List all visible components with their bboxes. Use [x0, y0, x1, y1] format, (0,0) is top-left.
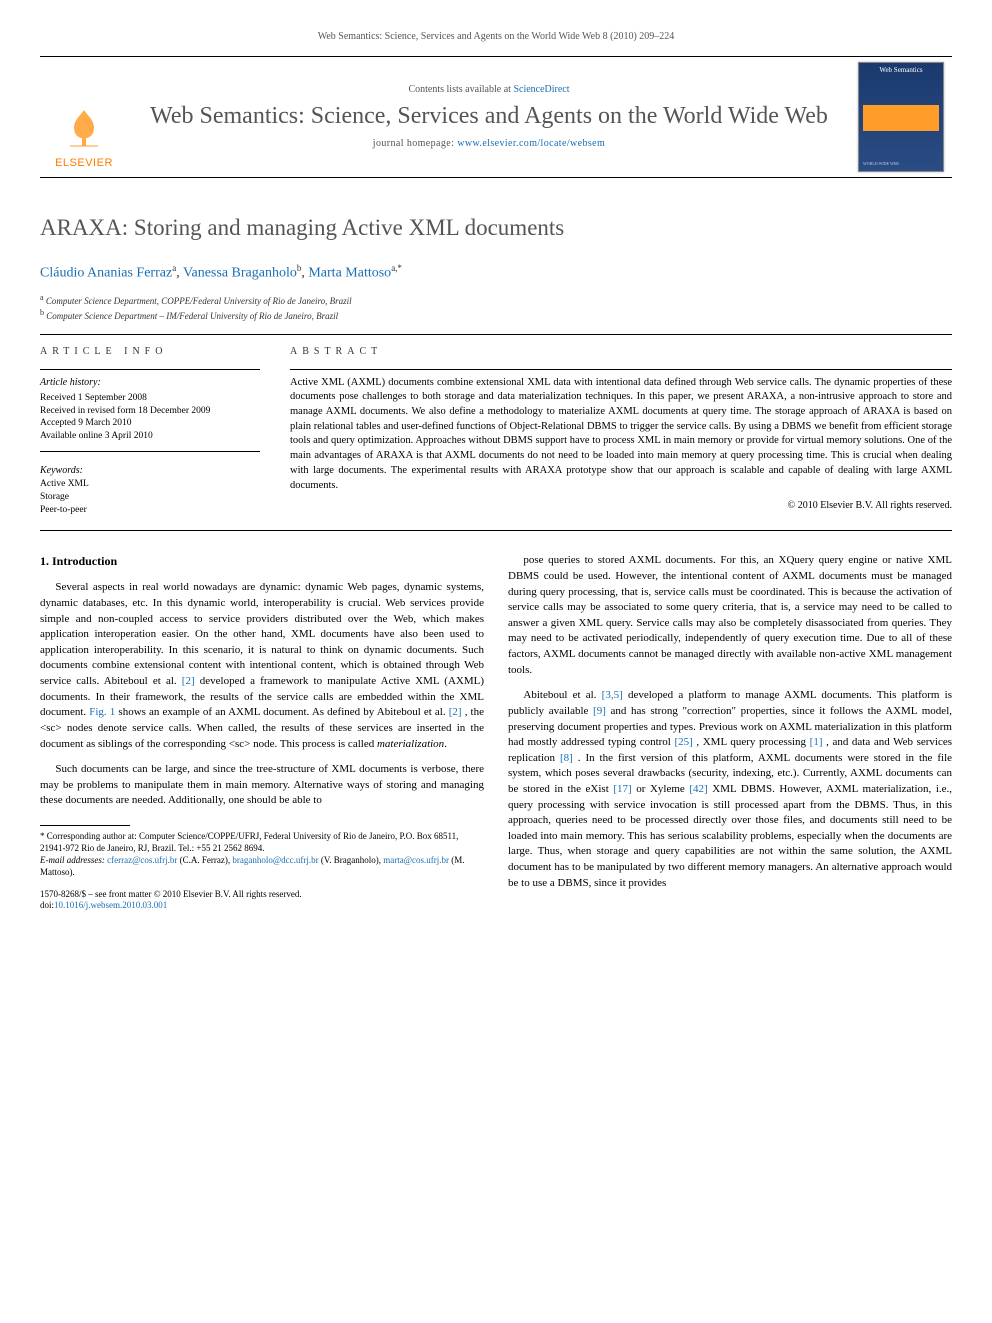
- divider: [40, 530, 952, 531]
- figure-link[interactable]: Fig. 1: [89, 706, 115, 718]
- body-text: .: [444, 738, 447, 750]
- issn-copyright-line: 1570-8268/$ – see front matter © 2010 El…: [40, 889, 484, 901]
- contents-prefix: Contents lists available at: [408, 84, 513, 95]
- journal-name: Web Semantics: Science, Services and Age…: [136, 103, 842, 131]
- email-attribution: (C.A. Ferraz),: [177, 855, 232, 865]
- citation-link[interactable]: [2]: [449, 706, 462, 718]
- sciencedirect-link[interactable]: ScienceDirect: [513, 84, 569, 95]
- homepage-prefix: journal homepage:: [373, 138, 457, 149]
- email-link-braganholo[interactable]: braganholo@dcc.ufrj.br: [232, 855, 318, 865]
- keyword-item: Storage: [40, 491, 260, 504]
- body-text: shows an example of an AXML document. As…: [118, 706, 448, 718]
- corresponding-author-note: * Corresponding author at: Computer Scie…: [40, 830, 484, 854]
- citation-link[interactable]: [9]: [593, 705, 606, 717]
- emph-materialization: materialization: [377, 738, 444, 750]
- citation-link[interactable]: [17]: [613, 783, 631, 795]
- footnote-rule: [40, 825, 130, 826]
- elsevier-tree-icon: [60, 104, 108, 152]
- journal-homepage-line: journal homepage: www.elsevier.com/locat…: [136, 137, 842, 151]
- affiliation-a: Computer Science Department, COPPE/Feder…: [46, 296, 352, 306]
- history-revised: Received in revised form 18 December 200…: [40, 405, 260, 418]
- author-link-mattoso[interactable]: Marta Mattoso: [308, 266, 391, 281]
- footnotes-block: * Corresponding author at: Computer Scie…: [40, 830, 484, 879]
- author-link-ferraz[interactable]: Cláudio Ananias Ferraz: [40, 266, 172, 281]
- author-link-braganholo[interactable]: Vanessa Braganholo: [183, 266, 297, 281]
- meta-abstract-row: ARTICLE INFO Article history: Received 1…: [40, 345, 952, 517]
- citation-link[interactable]: [2]: [182, 675, 195, 687]
- abstract-text: Active XML (AXML) documents combine exte…: [290, 376, 952, 494]
- history-received: Received 1 September 2008: [40, 392, 260, 405]
- copyright-line: © 2010 Elsevier B.V. All rights reserved…: [290, 499, 952, 513]
- citation-link[interactable]: [42]: [689, 783, 707, 795]
- body-text: Several aspects in real world nowadays a…: [40, 581, 484, 687]
- author-aff-mark: a,*: [391, 263, 402, 273]
- keyword-item: Active XML: [40, 478, 260, 491]
- abstract-head: ABSTRACT: [290, 345, 952, 359]
- journal-banner-center: Contents lists available at ScienceDirec…: [128, 57, 850, 177]
- body-paragraph: Such documents can be large, and since t…: [40, 762, 484, 809]
- affiliation-b: Computer Science Department – IM/Federal…: [46, 311, 338, 321]
- affiliations: a Computer Science Department, COPPE/Fed…: [40, 293, 952, 321]
- keywords-head: Keywords:: [40, 464, 260, 478]
- keyword-item: Peer-to-peer: [40, 504, 260, 517]
- front-matter-meta: 1570-8268/$ – see front matter © 2010 El…: [40, 889, 484, 912]
- divider: [40, 334, 952, 335]
- author-aff-mark: a: [172, 263, 176, 273]
- publisher-logo: ELSEVIER: [40, 57, 128, 177]
- article-info-head: ARTICLE INFO: [40, 345, 260, 359]
- body-paragraph: Abiteboul et al. [3,5] developed a platf…: [508, 688, 952, 891]
- email-attribution: (V. Braganholo),: [319, 855, 384, 865]
- divider: [40, 369, 260, 370]
- abstract-column: ABSTRACT Active XML (AXML) documents com…: [290, 345, 952, 517]
- author-aff-mark: b: [297, 263, 302, 273]
- divider: [40, 451, 260, 452]
- doi-link[interactable]: 10.1016/j.websem.2010.03.001: [54, 900, 167, 910]
- section-heading-intro: 1. Introduction: [40, 553, 484, 570]
- author-list: Cláudio Ananias Ferraza, Vanessa Braganh…: [40, 262, 952, 283]
- journal-cover-thumb: Web Semantics WORLD WIDE WEB: [850, 57, 952, 177]
- journal-homepage-link[interactable]: www.elsevier.com/locate/websem: [457, 138, 605, 149]
- body-paragraph: pose queries to stored AXML documents. F…: [508, 553, 952, 678]
- publisher-name: ELSEVIER: [55, 156, 113, 171]
- divider: [290, 369, 952, 370]
- citation-link[interactable]: [3,5]: [602, 689, 623, 701]
- cover-strip: [863, 105, 939, 131]
- article-info-column: ARTICLE INFO Article history: Received 1…: [40, 345, 260, 517]
- running-head: Web Semantics: Science, Services and Age…: [40, 30, 952, 44]
- cover-title: Web Semantics: [863, 67, 939, 75]
- email-label: E-mail addresses:: [40, 855, 105, 865]
- history-online: Available online 3 April 2010: [40, 430, 260, 443]
- citation-link[interactable]: [1]: [810, 736, 823, 748]
- history-head: Article history:: [40, 376, 260, 390]
- cover-sub: WORLD WIDE WEB: [863, 161, 939, 167]
- article-title: ARAXA: Storing and managing Active XML d…: [40, 212, 952, 244]
- body-text: XML DBMS. However, AXML materialization,…: [508, 783, 952, 889]
- doi-prefix: doi:: [40, 900, 54, 910]
- citation-link[interactable]: [25]: [674, 736, 692, 748]
- body-text: or Xyleme: [636, 783, 689, 795]
- article-body: 1. Introduction Several aspects in real …: [40, 553, 952, 912]
- email-link-mattoso[interactable]: marta@cos.ufrj.br: [383, 855, 449, 865]
- body-text: , XML query processing: [696, 736, 809, 748]
- history-accepted: Accepted 9 March 2010: [40, 417, 260, 430]
- body-text: Abiteboul et al.: [523, 689, 601, 701]
- email-link-ferraz[interactable]: cferraz@cos.ufrj.br: [107, 855, 177, 865]
- body-paragraph: Several aspects in real world nowadays a…: [40, 580, 484, 752]
- citation-link[interactable]: [8]: [560, 752, 573, 764]
- contents-available-line: Contents lists available at ScienceDirec…: [136, 83, 842, 97]
- journal-banner: ELSEVIER Contents lists available at Sci…: [40, 56, 952, 178]
